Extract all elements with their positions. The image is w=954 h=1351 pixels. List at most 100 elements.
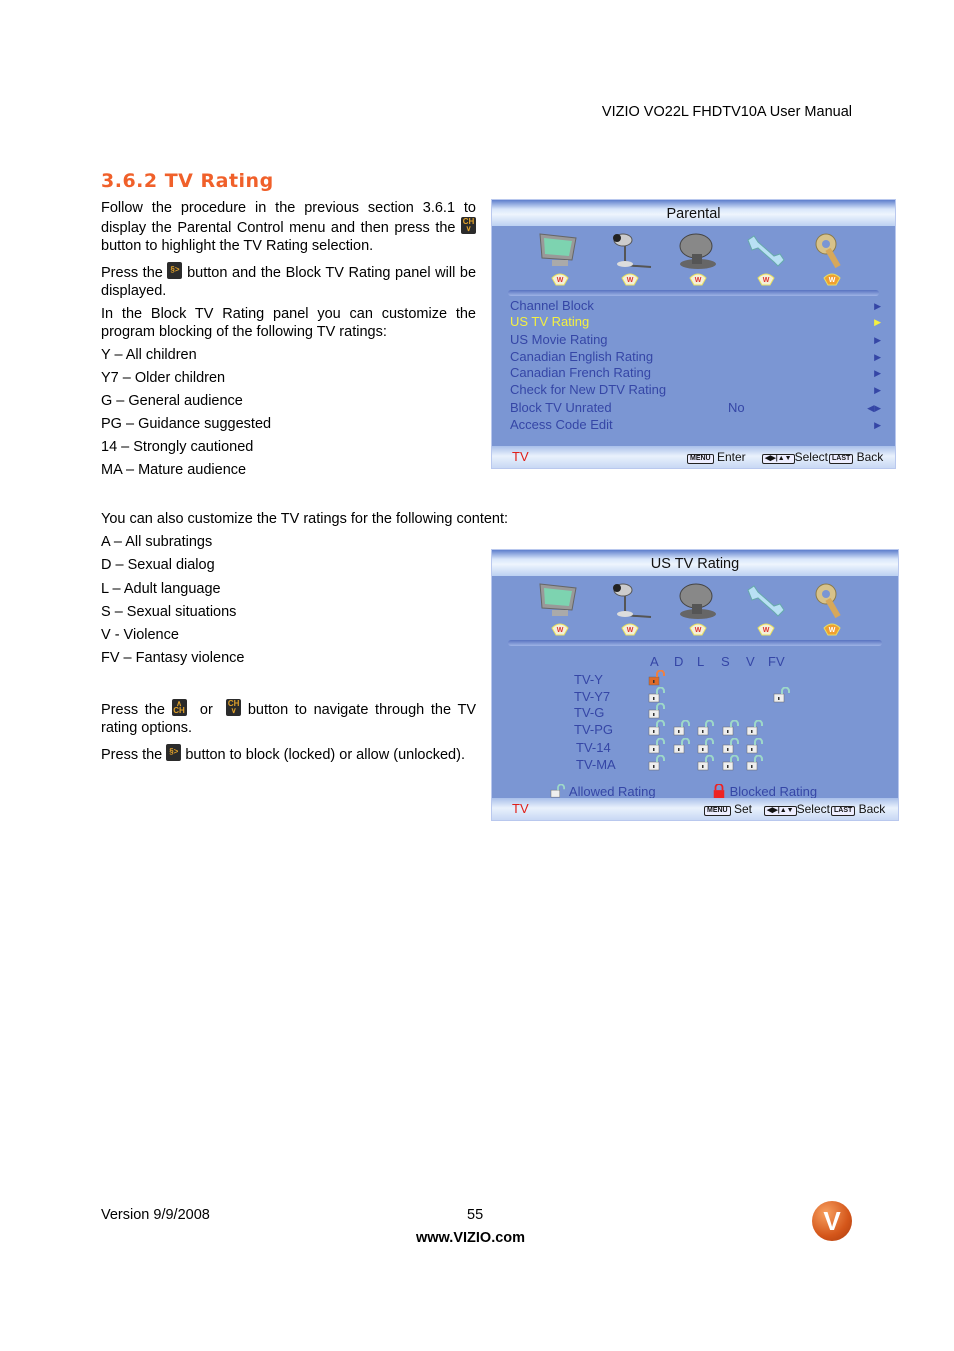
svg-text:W: W (763, 627, 770, 634)
submenu-arrow-icon: ▶ (874, 335, 881, 345)
column-header: A (650, 654, 659, 669)
submenu-arrow-icon: ▶ (874, 420, 881, 430)
svg-text:W: W (557, 627, 564, 634)
unlocked-icon[interactable] (722, 720, 740, 736)
menu-item[interactable]: Canadian French Rating (510, 365, 651, 380)
unlocked-icon (550, 783, 565, 798)
nav-instructions: Press the ∧ CH or CH ∨ button to navigate … (101, 699, 476, 764)
audio-microphone-icon[interactable] (607, 230, 653, 270)
menu-item-value: No (728, 400, 745, 415)
menu-item[interactable]: Channel Block (510, 298, 594, 313)
unlocked-icon[interactable] (746, 720, 764, 736)
audio-microphone-icon[interactable] (607, 580, 653, 620)
menu-item[interactable]: Block TV Unrated (510, 400, 612, 415)
osd-title: Parental (492, 200, 895, 226)
last-hint: LAST Back (831, 802, 885, 816)
menu-item[interactable]: Check for New DTV Rating (510, 382, 666, 397)
tab-indicator[interactable]: W (756, 622, 776, 636)
submenu-arrow-icon: ▶ (874, 385, 881, 395)
svg-text:W: W (695, 277, 702, 284)
column-header: S (721, 654, 730, 669)
tab-indicator[interactable]: W (550, 622, 570, 636)
website-link[interactable]: www.VIZIO.com (416, 1230, 525, 1246)
select-hint: ◀▶|▲▼ Select (762, 450, 828, 464)
separator (508, 640, 882, 646)
setup-wrench-icon[interactable] (742, 580, 788, 620)
rating-list-item: G – General audience (101, 393, 243, 409)
unlocked-icon[interactable] (648, 687, 666, 703)
osd-icon-tabs: WWWWW (492, 226, 895, 286)
osd-icon-tabs: WWWWW (492, 576, 898, 636)
para-block-allow: Press the §> button to block (locked) or… (101, 744, 476, 764)
unlocked-icon[interactable] (773, 687, 791, 703)
ratings-list: Y – All children Y7 – Older children G – G… (101, 346, 476, 479)
last-hint: LAST Back (829, 450, 883, 464)
para-press-enter: Press the §> button and the Block TV Rat… (101, 262, 476, 300)
unlocked-icon[interactable] (648, 738, 666, 754)
tab-indicator[interactable]: W (620, 622, 640, 636)
unlocked-icon[interactable] (722, 755, 740, 771)
setup-wrench-icon[interactable] (742, 230, 788, 270)
separator (508, 290, 879, 296)
rating-row-label: TV-MA (576, 757, 616, 772)
rating-row-label: TV-14 (576, 740, 611, 755)
menu-item[interactable]: US Movie Rating (510, 332, 608, 347)
unlocked-icon[interactable] (746, 738, 764, 754)
tab-indicator[interactable]: W (756, 272, 776, 286)
content-rating-list-item: FV – Fantasy violence (101, 650, 245, 667)
body-text-column: Follow the procedure in the previous sec… (101, 199, 476, 479)
content-rating-list-item: S – Sexual situations (101, 603, 237, 620)
tab-indicator[interactable]: W (688, 622, 708, 636)
svg-text:W: W (829, 627, 836, 634)
vizio-logo: V (812, 1201, 852, 1241)
unlocked-icon[interactable] (648, 720, 666, 736)
menu-item[interactable]: Access Code Edit (510, 417, 613, 432)
unlocked-icon[interactable] (673, 738, 691, 754)
para-procedure: Follow the procedure in the previous sec… (101, 200, 477, 254)
parental-key-icon[interactable] (810, 580, 856, 620)
rating-list-item: 14 – Strongly cautioned (101, 439, 254, 455)
tab-indicator[interactable]: W (550, 272, 570, 286)
submenu-arrow-icon: ▶ (874, 317, 881, 327)
unlocked-icon-selected[interactable] (648, 670, 666, 686)
column-header: D (674, 654, 684, 669)
unlocked-icon[interactable] (746, 755, 764, 771)
enter-button-icon: §> (167, 262, 183, 279)
unlocked-icon[interactable] (722, 738, 740, 754)
content-rating-list-item: V - Violence (101, 627, 179, 644)
submenu-arrow-icon: ▶ (874, 368, 881, 378)
enter-button-icon: §> (166, 744, 182, 761)
unlocked-icon[interactable] (648, 755, 666, 771)
tab-indicator[interactable]: W (620, 272, 640, 286)
content-ratings-list: A – All subratings D – Sexual dialog L – A… (101, 533, 244, 673)
para-navigate: Press the ∧ CH or CH ∨ button to navigate … (101, 699, 476, 736)
ch-down-button-icon: CH ∨ (226, 699, 242, 716)
unlocked-icon[interactable] (697, 738, 715, 754)
section-title: 3.6.2 TV Rating (101, 170, 274, 192)
menu-item[interactable]: US TV Rating (510, 314, 589, 329)
last-key-icon: LAST (831, 806, 856, 816)
unlocked-icon[interactable] (648, 703, 666, 719)
osd-title: US TV Rating (492, 550, 898, 576)
unlocked-icon[interactable] (673, 720, 691, 736)
tab-indicator[interactable]: W (688, 272, 708, 286)
svg-text:W: W (627, 627, 634, 634)
legend-blocked: Blocked Rating (712, 783, 817, 799)
unlocked-icon[interactable] (697, 755, 715, 771)
rating-list-item: MA – Mature audience (101, 462, 247, 478)
menu-item[interactable]: Canadian English Rating (510, 349, 653, 364)
tv-picture-icon[interactable] (536, 580, 582, 620)
content-rating-list-item: A – All subratings (101, 534, 213, 550)
tab-indicator-active[interactable]: W (822, 272, 842, 286)
tab-indicator-active[interactable]: W (822, 622, 842, 636)
us-tv-rating-osd-panel: US TV Rating W W W W W A D L S V FV TV-Y TV-Y7 TV-G T… (491, 549, 899, 821)
source-label: TV (512, 801, 529, 816)
satellite-dish-icon[interactable] (674, 580, 720, 620)
rating-row-label: TV-PG (574, 722, 614, 737)
parental-key-icon[interactable] (810, 230, 856, 270)
page-number: 55 (467, 1207, 484, 1223)
satellite-dish-icon[interactable] (674, 230, 720, 270)
menu-hint: MENU Set (704, 802, 752, 816)
unlocked-icon[interactable] (697, 720, 715, 736)
tv-picture-icon[interactable] (536, 230, 582, 270)
